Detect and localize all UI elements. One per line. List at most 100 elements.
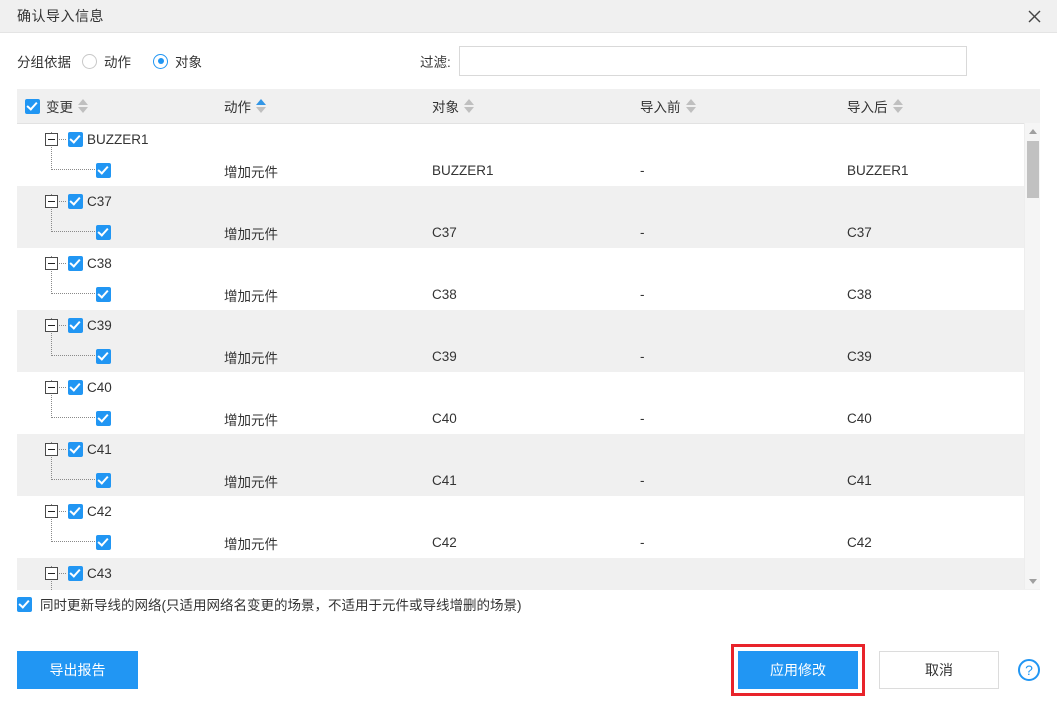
row-checkbox[interactable]: [68, 442, 83, 457]
tree-parent-row[interactable]: C39: [17, 310, 112, 341]
cell-before: -: [640, 411, 645, 426]
tree-child-row[interactable]: 增加元件C43-C43: [17, 589, 1040, 590]
radio-group-by-action[interactable]: 动作: [82, 51, 131, 71]
cell-after: C38: [847, 287, 872, 302]
column-label-before: 导入前: [640, 100, 681, 115]
cell-before: -: [640, 163, 645, 178]
tree-parent-row[interactable]: C43: [17, 558, 112, 589]
dialog-titlebar: 确认导入信息: [0, 0, 1057, 33]
column-header-object[interactable]: 对象: [432, 96, 640, 116]
filter-input[interactable]: [458, 46, 967, 76]
table-row[interactable]: C38 增加元件 C38 - C38: [17, 248, 1040, 310]
tree-parent-row[interactable]: C40: [17, 372, 112, 403]
row-name-label: C37: [87, 194, 112, 209]
sort-icon-object[interactable]: [464, 99, 474, 113]
tree-parent-row[interactable]: C37: [17, 186, 112, 217]
collapse-icon[interactable]: [45, 505, 58, 518]
radio-group-by-object[interactable]: 对象: [153, 51, 202, 71]
scroll-up-button[interactable]: [1025, 123, 1041, 139]
table-row[interactable]: C43 增加元件C43-C43: [17, 558, 1040, 590]
column-label-change: 变更: [46, 100, 73, 115]
table-row[interactable]: BUZZER1 增加元件 BUZZER1 - BUZZER1: [17, 124, 1040, 186]
tree-parent-row[interactable]: C38: [17, 248, 112, 279]
update-nets-checkbox[interactable]: [17, 596, 32, 612]
sort-icon-change[interactable]: [78, 99, 88, 113]
collapse-icon[interactable]: [45, 319, 58, 332]
cell-before: -: [640, 473, 645, 488]
collapse-icon[interactable]: [45, 567, 58, 580]
apply-changes-button[interactable]: 应用修改: [738, 651, 858, 689]
row-name-label: C38: [87, 256, 112, 271]
collapse-icon[interactable]: [45, 133, 58, 146]
select-all-checkbox[interactable]: [25, 98, 40, 114]
column-header-before[interactable]: 导入前: [640, 96, 847, 116]
footer-actions: 应用修改 取消 ?: [731, 644, 1040, 696]
table-scrollbar[interactable]: [1024, 123, 1040, 589]
collapse-icon[interactable]: [45, 381, 58, 394]
tree-child-row[interactable]: 增加元件 C40 - C40: [17, 403, 1040, 434]
cell-before: -: [640, 225, 645, 240]
sort-icon-action[interactable]: [256, 99, 266, 113]
row-checkbox[interactable]: [68, 504, 83, 519]
table-row[interactable]: C37 增加元件 C37 - C37: [17, 186, 1040, 248]
cell-before: -: [640, 535, 645, 550]
cancel-button[interactable]: 取消: [879, 651, 999, 689]
scroll-down-button[interactable]: [1025, 573, 1041, 589]
export-report-button[interactable]: 导出报告: [17, 651, 138, 689]
changes-table: 变更 动作 对象 导入前 导入后 BUZZER1 增加元件 BUZZER1- BUZZ…: [17, 89, 1040, 590]
close-button[interactable]: [1011, 0, 1057, 32]
tree-child-row[interactable]: 增加元件 C39 - C39: [17, 341, 1040, 372]
tree-child-row[interactable]: 增加元件 BUZZER1 - BUZZER1: [17, 155, 1040, 186]
update-nets-checkbox-row[interactable]: 同时更新导线的网络(只适用网络名变更的场景，不适用于元件或导线增删的场景): [17, 589, 1057, 619]
row-checkbox[interactable]: [68, 132, 83, 147]
table-row[interactable]: C42 增加元件 C42 - C42: [17, 496, 1040, 558]
collapse-icon[interactable]: [45, 443, 58, 456]
child-checkbox[interactable]: [96, 411, 111, 426]
child-checkbox[interactable]: [96, 349, 111, 364]
filter-area: 过滤:: [420, 46, 967, 76]
collapse-icon[interactable]: [45, 257, 58, 270]
table-row[interactable]: C41 增加元件 C41 - C41: [17, 434, 1040, 496]
sort-icon-after[interactable]: [892, 99, 903, 113]
page-title: 确认导入信息: [17, 8, 104, 24]
row-checkbox[interactable]: [68, 256, 83, 271]
column-header-action[interactable]: 动作: [224, 96, 432, 116]
column-label-action: 动作: [224, 100, 251, 115]
cell-action: 增加元件: [224, 164, 278, 180]
row-checkbox[interactable]: [68, 566, 83, 581]
tree-child-row[interactable]: 增加元件 C42 - C42: [17, 527, 1040, 558]
row-checkbox[interactable]: [68, 194, 83, 209]
group-by-label: 分组依据: [17, 55, 71, 70]
row-checkbox[interactable]: [68, 380, 83, 395]
column-header-change[interactable]: 变更: [17, 96, 224, 116]
scrollbar-thumb[interactable]: [1027, 141, 1039, 198]
tree-line-stub: [59, 263, 66, 264]
child-checkbox[interactable]: [96, 473, 111, 488]
child-checkbox[interactable]: [96, 163, 111, 178]
tree-parent-row[interactable]: C41: [17, 434, 112, 465]
cell-object: BUZZER1: [432, 163, 494, 178]
tree-child-row[interactable]: 增加元件 C38 - C38: [17, 279, 1040, 310]
radio-label-action: 动作: [104, 55, 131, 70]
sort-icon-before[interactable]: [685, 99, 696, 113]
tree-child-row[interactable]: 增加元件 C41 - C41: [17, 465, 1040, 496]
help-icon[interactable]: ?: [1018, 659, 1040, 681]
row-checkbox[interactable]: [68, 318, 83, 333]
tree-parent-row[interactable]: C42: [17, 496, 112, 527]
cell-before: -: [640, 349, 645, 364]
column-label-after: 导入后: [847, 100, 888, 115]
row-name-label: C41: [87, 442, 112, 457]
child-checkbox[interactable]: [96, 535, 111, 550]
tree-child-row[interactable]: 增加元件 C37 - C37: [17, 217, 1040, 248]
child-checkbox[interactable]: [96, 225, 111, 240]
options-bar: 分组依据 动作 对象 过滤:: [0, 33, 1057, 89]
cell-object: C41: [432, 473, 457, 488]
collapse-icon[interactable]: [45, 195, 58, 208]
table-row[interactable]: C39 增加元件 C39 - C39: [17, 310, 1040, 372]
tree-parent-row[interactable]: BUZZER1: [17, 124, 149, 155]
child-checkbox[interactable]: [96, 287, 111, 302]
radio-label-object: 对象: [175, 55, 202, 70]
column-header-after[interactable]: 导入后: [847, 96, 1037, 116]
update-nets-label: 同时更新导线的网络(只适用网络名变更的场景，不适用于元件或导线增删的场景): [40, 598, 522, 613]
table-row[interactable]: C40 增加元件 C40 - C40: [17, 372, 1040, 434]
